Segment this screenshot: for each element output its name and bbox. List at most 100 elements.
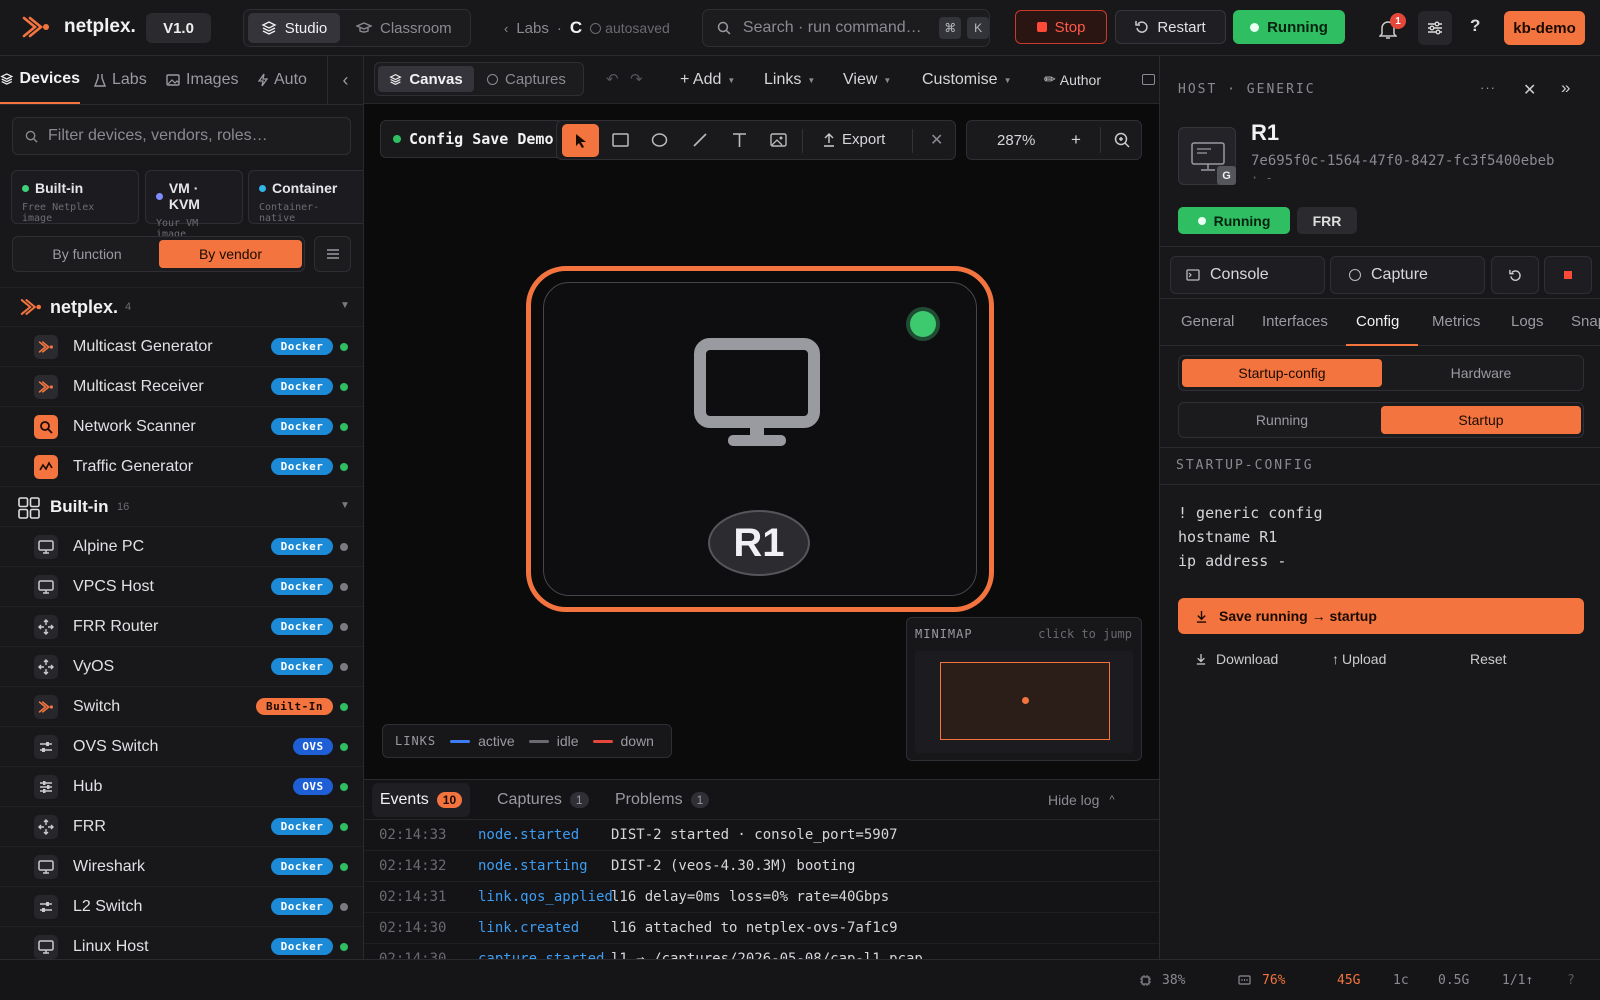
capture-button[interactable]: Capture xyxy=(1330,256,1485,294)
collapse-sidebar-icon[interactable]: ‹ xyxy=(327,56,363,104)
tab-snap[interactable]: Snap xyxy=(1571,313,1600,330)
download-config-button[interactable]: Download xyxy=(1196,651,1278,667)
running-option[interactable]: Running xyxy=(1182,406,1382,434)
device-list-item[interactable]: VPCS Host Docker xyxy=(0,567,363,607)
redo-icon[interactable]: ↷ xyxy=(630,70,643,88)
author-button[interactable]: ✏ Author xyxy=(1044,71,1101,88)
log-tab-events[interactable]: Events 10 xyxy=(372,783,470,817)
tab-captures[interactable]: Captures xyxy=(487,66,566,92)
more-options-icon[interactable]: ··· xyxy=(1480,80,1496,95)
log-row[interactable]: 02:14:33 node.started DIST-2 started · con… xyxy=(364,820,1159,851)
line-tool-icon[interactable] xyxy=(692,132,708,148)
tab-metrics[interactable]: Metrics xyxy=(1432,313,1480,330)
device-list-item[interactable]: Switch Built-In xyxy=(0,687,363,727)
undo-icon[interactable]: ↶ xyxy=(606,70,619,88)
zoom-level[interactable]: 287% xyxy=(997,132,1035,149)
tab-devices[interactable]: Devices xyxy=(0,56,80,104)
menu-customise[interactable]: Customise ▼ xyxy=(922,71,1012,89)
device-list-item[interactable]: Linux Host Docker xyxy=(0,927,363,959)
stop-button[interactable]: Stop xyxy=(1015,10,1107,44)
tab-interfaces[interactable]: Interfaces xyxy=(1262,313,1328,330)
tab-logs[interactable]: Logs xyxy=(1511,313,1544,330)
command-search[interactable]: Search · run command… ⌘ K xyxy=(702,9,990,47)
menu-view[interactable]: View ▼ xyxy=(843,71,891,89)
device-list-item[interactable]: Traffic Generator Docker xyxy=(0,447,363,487)
breadcrumb-current[interactable]: C xyxy=(570,18,582,38)
upload-config-button[interactable]: ↑ Upload xyxy=(1332,651,1386,667)
close-toolbar-icon[interactable]: ✕ xyxy=(930,130,943,150)
category-container[interactable]: Container Container-native xyxy=(248,170,363,224)
select-tool[interactable] xyxy=(562,124,599,157)
lab-name-chip[interactable]: Config Save Demo xyxy=(380,120,564,158)
settings-button[interactable] xyxy=(1418,11,1452,45)
startup-option[interactable]: Startup xyxy=(1381,406,1581,434)
restart-node-button[interactable] xyxy=(1491,256,1539,294)
version-badge[interactable]: V1.0 xyxy=(146,13,211,43)
chevron-left-icon[interactable]: ‹ xyxy=(504,21,508,36)
device-list-item[interactable]: Network Scanner Docker xyxy=(0,407,363,447)
breadcrumb-labs[interactable]: Labs xyxy=(516,20,549,37)
log-row[interactable]: 02:14:30 link.created l16 attached to netp… xyxy=(364,913,1159,944)
tab-labs[interactable]: Labs xyxy=(94,56,147,104)
hardware-option[interactable]: Hardware xyxy=(1381,359,1581,387)
text-tool-icon[interactable] xyxy=(732,132,747,148)
group-by-function[interactable]: By function xyxy=(17,240,157,268)
minimap[interactable]: MINIMAP click to jump xyxy=(906,617,1142,761)
zoom-in-button[interactable]: + xyxy=(1071,130,1081,150)
minimap-viewport[interactable] xyxy=(940,662,1110,740)
category-vm[interactable]: VM · KVM Your VM image xyxy=(145,170,243,240)
panel-toggle-icon[interactable] xyxy=(1142,74,1155,85)
group-by-vendor[interactable]: By vendor xyxy=(159,240,302,268)
device-list-item[interactable]: VyOS Docker xyxy=(0,647,363,687)
help-button[interactable]: ? xyxy=(1470,16,1480,36)
device-filter-input[interactable]: Filter devices, vendors, roles… xyxy=(12,117,351,155)
tab-general[interactable]: General xyxy=(1181,313,1234,330)
log-tab-problems[interactable]: Problems 1 xyxy=(615,791,710,809)
config-editor[interactable]: ! generic config hostname R1 ip address … xyxy=(1178,501,1323,573)
node-r1[interactable]: R1 xyxy=(526,266,994,612)
running-button[interactable]: Running xyxy=(1233,10,1345,44)
export-button[interactable]: Export xyxy=(823,131,885,148)
group-netplex[interactable]: netplex. 4 ▼ xyxy=(0,287,363,327)
reset-config-button[interactable]: Reset xyxy=(1470,651,1507,667)
device-list-item[interactable]: OVS Switch OVS xyxy=(0,727,363,767)
menu-links[interactable]: Links ▼ xyxy=(764,71,815,89)
tab-canvas[interactable]: Canvas xyxy=(378,66,474,92)
group-builtin[interactable]: Built-in 16 ▼ xyxy=(0,487,363,527)
log-row[interactable]: 02:14:32 node.starting DIST-2 (veos-4.30.3… xyxy=(364,851,1159,882)
brand[interactable]: netplex. xyxy=(22,14,136,40)
expand-panel-icon[interactable]: » xyxy=(1561,78,1570,98)
rectangle-tool-icon[interactable] xyxy=(612,133,629,147)
zoom-fit-icon[interactable] xyxy=(1114,132,1130,148)
tab-config[interactable]: Config xyxy=(1346,299,1418,346)
tab-classroom[interactable]: Classroom xyxy=(356,13,466,43)
user-menu[interactable]: kb-demo xyxy=(1504,11,1585,45)
device-list-item[interactable]: FRR Router Docker xyxy=(0,607,363,647)
log-row[interactable]: 02:14:31 link.qos_applied l16 delay=0ms lo… xyxy=(364,882,1159,913)
save-running-to-startup-button[interactable]: Save running → startup xyxy=(1178,598,1584,634)
log-row[interactable]: 02:14:30 capture.started l1 → /captures/20… xyxy=(364,944,1159,959)
device-list-item[interactable]: FRR Docker xyxy=(0,807,363,847)
hide-log-button[interactable]: Hide log ^ xyxy=(1048,792,1115,808)
tab-auto[interactable]: Auto xyxy=(258,56,307,104)
tab-studio[interactable]: Studio xyxy=(248,13,340,43)
tab-images[interactable]: Images xyxy=(166,56,238,104)
ellipse-tool-icon[interactable] xyxy=(651,132,668,148)
notifications-button[interactable]: 1 xyxy=(1379,13,1406,40)
log-tab-captures[interactable]: Captures 1 xyxy=(497,791,589,809)
close-inspector-icon[interactable]: ✕ xyxy=(1523,80,1536,100)
device-list-item[interactable]: Alpine PC Docker xyxy=(0,527,363,567)
device-list-item[interactable]: Multicast Generator Docker xyxy=(0,327,363,367)
device-list-item[interactable]: Hub OVS xyxy=(0,767,363,807)
device-list-item[interactable]: L2 Switch Docker xyxy=(0,887,363,927)
restart-button[interactable]: Restart xyxy=(1115,10,1226,44)
device-list-item[interactable]: Multicast Receiver Docker xyxy=(0,367,363,407)
list-view-button[interactable] xyxy=(314,236,351,272)
device-list-item[interactable]: Wireshark Docker xyxy=(0,847,363,887)
menu-add[interactable]: + Add ▼ xyxy=(680,71,735,89)
category-builtin[interactable]: Built-in Free Netplex image xyxy=(11,170,139,224)
image-tool-icon[interactable] xyxy=(770,133,787,147)
stop-node-button[interactable] xyxy=(1544,256,1592,294)
startup-config-option[interactable]: Startup-config xyxy=(1182,359,1382,387)
console-button[interactable]: Console xyxy=(1170,256,1325,294)
